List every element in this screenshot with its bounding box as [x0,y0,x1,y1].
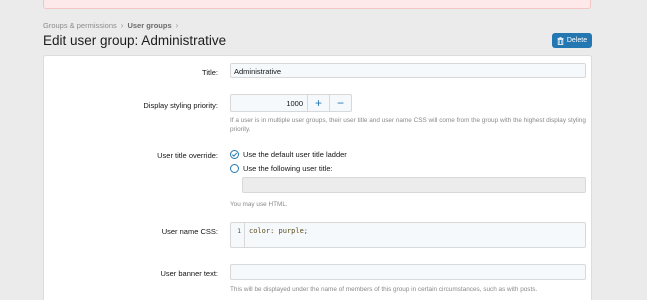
increment-button[interactable]: + [308,94,330,112]
radio-custom-title[interactable]: Use the following user title: [230,164,333,173]
radio-checked-icon[interactable] [230,150,239,159]
breadcrumb-groups-permissions[interactable]: Groups & permissions [43,21,117,30]
radio-unchecked-icon[interactable] [230,164,239,173]
username-css-label: User name CSS: [161,227,218,236]
error-alert-strip [43,0,591,9]
display-priority-explain: If a user is in multiple user groups, th… [230,117,586,133]
title-input[interactable]: Administrative [230,63,586,78]
radio-default-label: Use the default user title ladder [243,150,347,159]
title-label: Title: [202,68,218,77]
breadcrumb: Groups & permissions › User groups › [43,19,178,31]
display-priority-input[interactable]: 1000 [230,94,308,112]
form-panel: Title: Administrative Display styling pr… [43,55,592,300]
user-title-override-label: User title override: [157,151,218,160]
breadcrumb-separator: › [175,20,179,30]
display-priority-label: Display styling priority: [143,101,218,110]
banner-text-label: User banner text: [160,269,218,278]
delete-button[interactable]: Delete [552,33,592,48]
code-content: color: purple; [249,227,309,235]
breadcrumb-user-groups[interactable]: User groups [127,21,171,30]
delete-button-label: Delete [566,37,588,44]
page-title: Edit user group: Administrative [43,33,227,48]
trash-icon [557,36,564,45]
user-title-explain: You may use HTML. [230,201,288,208]
radio-custom-label: Use the following user title: [243,164,333,173]
code-line-number: 1 [231,223,245,247]
custom-user-title-input[interactable] [242,177,586,193]
display-priority-stepper: 1000 + − [230,94,352,112]
banner-text-input[interactable] [230,264,586,280]
breadcrumb-separator: › [120,20,124,30]
decrement-button[interactable]: − [330,94,352,112]
username-css-editor[interactable]: 1 color: purple; [230,222,586,248]
banner-text-explain: This will be displayed under the name of… [230,286,538,293]
radio-default-title-ladder[interactable]: Use the default user title ladder [230,150,347,159]
